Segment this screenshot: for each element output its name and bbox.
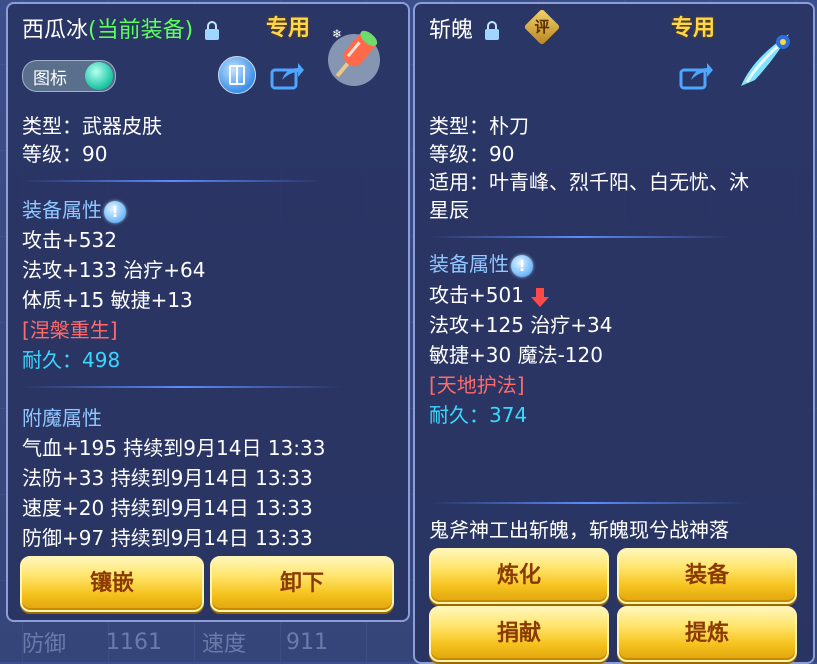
popsicle-skin-icon: ❄ [328, 27, 380, 86]
item-title: 西瓜冰(当前装备) [22, 12, 220, 44]
svg-text:❄: ❄ [332, 27, 342, 41]
attr-line: 敏捷+30 魔法-120 [429, 343, 603, 367]
durability: 耐久：374 [429, 403, 528, 427]
enchant-line: 气血+195 持续到9月14日 13:33 [22, 436, 326, 460]
decrease-arrow-icon [531, 287, 550, 307]
item-type: 类型：武器皮肤 [22, 114, 162, 138]
attr-text: 攻击+501 [429, 283, 524, 307]
attr-line: 攻击+532 [22, 228, 117, 252]
info-icon[interactable]: ! [104, 200, 126, 223]
background-stats: 防御 1161 速度 911 [12, 622, 422, 662]
attr-line: 体质+15 敏捷+13 [22, 288, 193, 312]
special-effect: [天地护法] [429, 373, 525, 397]
attr-header-label: 装备属性 [22, 198, 102, 222]
enchant-header: 附魔属性 [22, 406, 102, 430]
toggle-knob [85, 62, 113, 90]
equipped-tag: (当前装备) [88, 18, 194, 43]
blade-icon [741, 34, 790, 86]
special-effect: [涅槃重生] [22, 318, 118, 342]
bg-stat-value: 911 [286, 629, 329, 655]
item-name: 西瓜冰 [22, 18, 89, 43]
item-type: 类型：朴刀 [429, 114, 529, 138]
appearance-button[interactable] [218, 56, 256, 94]
attr-line: 法攻+133 治疗+64 [22, 258, 206, 282]
enchant-line: 速度+20 持续到9月14日 13:33 [22, 496, 313, 520]
enchant-line: 法防+33 持续到9月14日 13:33 [22, 466, 313, 490]
lock-icon [485, 21, 500, 40]
item-fit: 适用：叶青峰、烈千阳、白无忧、沐 [429, 170, 749, 194]
equipped-item-tooltip: 西瓜冰(当前装备) 专用 ❄ 图标 类型：武器皮肤 等级：90 装备属性! 攻击… [6, 2, 410, 622]
toggle-label: 图标 [33, 69, 67, 89]
bg-stat-label: 防御 [22, 632, 67, 657]
attr-header-label: 装备属性 [429, 252, 509, 276]
lock-icon [205, 21, 220, 40]
attr-header: 装备属性! [429, 250, 533, 279]
unequip-button[interactable]: 卸下 [210, 556, 394, 612]
item-name: 斩魄 [429, 18, 474, 43]
attr-line: 攻击+501 [429, 281, 550, 310]
refine-button[interactable]: 炼化 [429, 548, 609, 604]
divider [22, 180, 322, 182]
info-icon[interactable]: ! [511, 254, 533, 277]
wardrobe-icon [229, 65, 245, 85]
divider [22, 386, 342, 388]
attr-header: 装备属性! [22, 196, 126, 225]
inlay-button[interactable]: 镶嵌 [20, 556, 204, 612]
donate-button[interactable]: 捐献 [429, 606, 609, 662]
attr-line: 法攻+125 治疗+34 [429, 313, 613, 337]
item-level: 等级：90 [429, 142, 515, 166]
enchant-line: 防御+97 持续到9月14日 13:33 [22, 526, 313, 550]
durability: 耐久：498 [22, 348, 121, 372]
exclusive-label: 专用 [266, 16, 311, 41]
bg-stat-value: 1161 [106, 629, 163, 655]
share-icon[interactable] [270, 60, 304, 90]
item-level: 等级：90 [22, 142, 108, 166]
flavor-text: 鬼斧神工出斩魄，斩魄现兮战神落 [429, 518, 729, 542]
exclusive-label: 专用 [671, 16, 716, 41]
rate-label: 评 [534, 18, 550, 36]
item-fit-cont: 星辰 [429, 198, 469, 222]
item-title: 斩魄 [429, 12, 500, 44]
share-icon[interactable] [679, 60, 713, 90]
extract-button[interactable]: 提炼 [617, 606, 797, 662]
divider [429, 502, 749, 504]
icon-toggle[interactable]: 图标 [22, 60, 116, 92]
divider [429, 236, 729, 238]
bg-stat-label: 速度 [202, 632, 247, 657]
compare-item-tooltip: 斩魄 评 专用 类型：朴刀 等级：90 适用：叶青峰、烈千阳、白无忧、沐 星辰 … [413, 2, 815, 664]
equip-button[interactable]: 装备 [617, 548, 797, 604]
